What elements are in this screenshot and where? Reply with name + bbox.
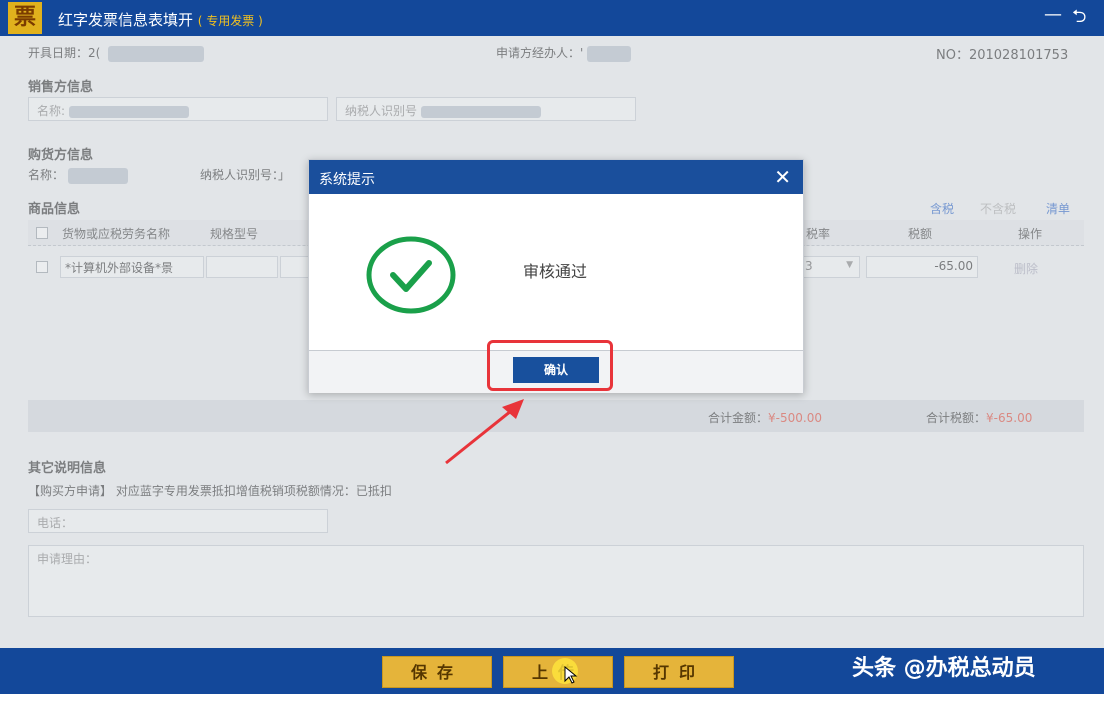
- app-logo: 票: [8, 2, 42, 34]
- back-icon[interactable]: ⮌: [1072, 4, 1086, 34]
- title-bar: 票 红字发票信息表填开 ( 专用发票 ) — ⮌: [0, 0, 1104, 36]
- window-title-text: 红字发票信息表填开: [58, 11, 194, 29]
- dialog-title: 系统提示: [319, 172, 375, 188]
- check-circle-icon: [366, 236, 456, 314]
- highlight-box: [487, 340, 613, 391]
- close-icon[interactable]: ✕: [774, 165, 791, 189]
- print-button[interactable]: 打印: [624, 656, 734, 688]
- window-subtitle: ( 专用发票 ): [197, 14, 263, 28]
- arrow-icon: [445, 399, 524, 465]
- save-button[interactable]: 保存: [382, 656, 492, 688]
- window-title: 红字发票信息表填开 ( 专用发票 ): [58, 9, 263, 30]
- dialog-header: 系统提示 ✕: [309, 160, 803, 194]
- minimize-icon[interactable]: —: [1044, 4, 1062, 25]
- cursor-icon: [564, 666, 578, 684]
- dialog-message: 审核通过: [523, 262, 588, 281]
- watermark: 头条 @办税总动员: [852, 656, 1036, 681]
